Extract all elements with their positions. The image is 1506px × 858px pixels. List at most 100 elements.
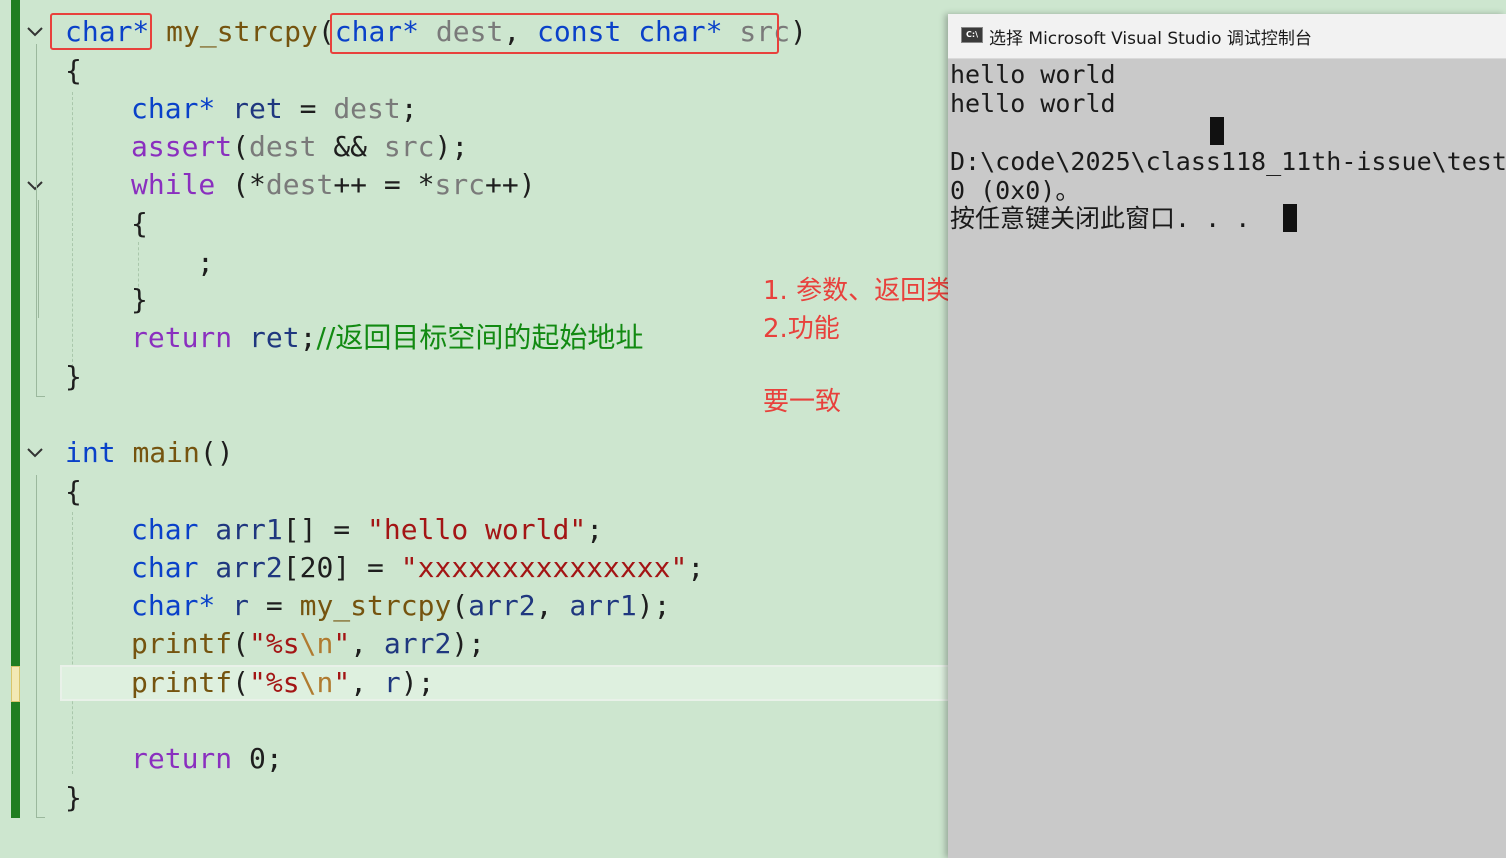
code-line-9[interactable]: return ret;//返回目标空间的起始地址 (131, 319, 643, 357)
function-name[interactable]: my_strcpy (300, 589, 452, 622)
variable: arr1 (569, 589, 637, 622)
semicolon: ; (299, 321, 317, 354)
debug-console-window[interactable]: C:\ 选择 Microsoft Visual Studio 调试控制台 hel… (948, 14, 1506, 858)
type: char* (131, 589, 216, 622)
console-output-line: hello world (950, 89, 1116, 118)
type: int (65, 436, 116, 469)
fold-chevron-icon[interactable] (26, 444, 44, 462)
operator: ++) (485, 168, 536, 201)
indent-guide (72, 512, 73, 774)
number-literal: 0 (249, 742, 266, 775)
function-name[interactable]: printf (131, 627, 232, 660)
console-title: 选择 Microsoft Visual Studio 调试控制台 (989, 29, 1312, 49)
code-line-16[interactable]: printf("%s\n", arr2); (131, 625, 485, 663)
param-name: dest (249, 130, 317, 163)
brace: { (65, 54, 82, 87)
console-titlebar[interactable]: C:\ 选择 Microsoft Visual Studio 调试控制台 (948, 14, 1506, 59)
console-output-line: 按任意键关闭此窗口. . . (950, 204, 1251, 233)
code-line-5[interactable]: while (*dest++ = *src++) (131, 166, 536, 204)
semicolon: ; (687, 551, 705, 584)
operator: [20] = (282, 551, 401, 584)
param-name: src (434, 168, 486, 201)
string-literal: "%s (249, 627, 300, 660)
comma: , (535, 589, 570, 622)
operator: = (249, 589, 300, 622)
console-output-line: hello world (950, 60, 1116, 89)
type: char (131, 551, 199, 584)
annotation-line-1: 1. 参数、返回类型 (763, 276, 979, 306)
code-line-4[interactable]: assert(dest && src); (131, 128, 468, 166)
string-literal: "%s (249, 666, 300, 699)
code-line-3[interactable]: char* ret = dest; (131, 90, 418, 128)
brace: } (65, 360, 82, 393)
macro-name: assert (131, 130, 233, 163)
code-line-15[interactable]: char* r = my_strcpy(arr2, arr1); (131, 587, 670, 625)
semicolon: ; (400, 92, 418, 125)
code-line-18[interactable]: return 0; (131, 740, 283, 778)
operator: && (333, 130, 368, 163)
type: char* (131, 92, 216, 125)
paren: () (199, 436, 234, 469)
code-line-19[interactable]: } (65, 779, 82, 817)
brace: { (131, 207, 148, 240)
paren: ); (434, 130, 469, 163)
function-name[interactable]: my_strcpy (166, 15, 318, 48)
code-comment: //返回目标空间的起始地址 (316, 321, 644, 354)
function-name[interactable]: printf (131, 666, 232, 699)
code-line-7[interactable]: ; (197, 244, 214, 282)
code-line-10[interactable]: } (65, 358, 82, 396)
annotation-line-3: 要一致 (763, 387, 842, 417)
fold-scope-line (36, 475, 45, 818)
indent-guide (72, 92, 73, 372)
paren: ( (451, 589, 469, 622)
fold-chevron-icon[interactable] (26, 23, 44, 41)
function-name[interactable]: main (132, 436, 199, 469)
variable: r (232, 589, 250, 622)
paren: ( (232, 627, 250, 660)
code-line-12[interactable]: { (65, 473, 82, 511)
semicolon: ; (586, 513, 604, 546)
console-output-line: D:\code\2025\class118_11th-issue\test_5 (950, 147, 1506, 176)
brace: { (65, 475, 82, 508)
code-line-2[interactable]: { (65, 52, 82, 90)
param-name: dest (333, 92, 401, 125)
code-editor[interactable]: char* my_strcpy(char* dest, const char* … (0, 0, 978, 858)
variable: ret (232, 92, 283, 125)
return-keyword: return (131, 321, 233, 354)
escape-sequence: \n (299, 627, 334, 660)
variable: arr2 (383, 627, 452, 660)
semicolon: ; (265, 742, 283, 775)
escape-sequence: \n (299, 666, 334, 699)
code-line-11[interactable]: int main() (65, 434, 234, 472)
variable: ret (249, 321, 300, 354)
semicolon: ; (197, 246, 214, 279)
console-cursor (1210, 117, 1224, 145)
variable: arr1 (215, 513, 283, 546)
paren: ( (232, 130, 250, 163)
operator: [] = (282, 513, 368, 546)
code-line-17[interactable]: printf("%s\n", r); (131, 664, 434, 702)
paren: ( (232, 666, 250, 699)
code-line-14[interactable]: char arr2[20] = "xxxxxxxxxxxxxxx"; (131, 549, 704, 587)
code-line-13[interactable]: char arr1[] = "hello world"; (131, 511, 603, 549)
paren: ); (400, 666, 435, 699)
console-app-icon: C:\ (961, 27, 983, 43)
param-name: src (383, 130, 435, 163)
while-keyword: while (131, 168, 216, 201)
variable: arr2 (468, 589, 536, 622)
code-line-8[interactable]: } (131, 281, 148, 319)
operator: = (299, 92, 317, 125)
console-output-line: 0 (0x0)。 (950, 176, 1081, 205)
variable: r (383, 666, 401, 699)
code-line-6[interactable]: { (131, 205, 148, 243)
type: char (131, 513, 199, 546)
variable: arr2 (215, 551, 283, 584)
fold-scope-line (38, 200, 47, 318)
string-literal: " (333, 627, 351, 660)
comma: , (350, 666, 384, 699)
paren: ); (451, 627, 486, 660)
string-literal: "hello world" (367, 513, 587, 546)
operator: ++ = * (333, 168, 435, 201)
string-literal: " (333, 666, 351, 699)
unsaved-change-marker (11, 666, 20, 702)
